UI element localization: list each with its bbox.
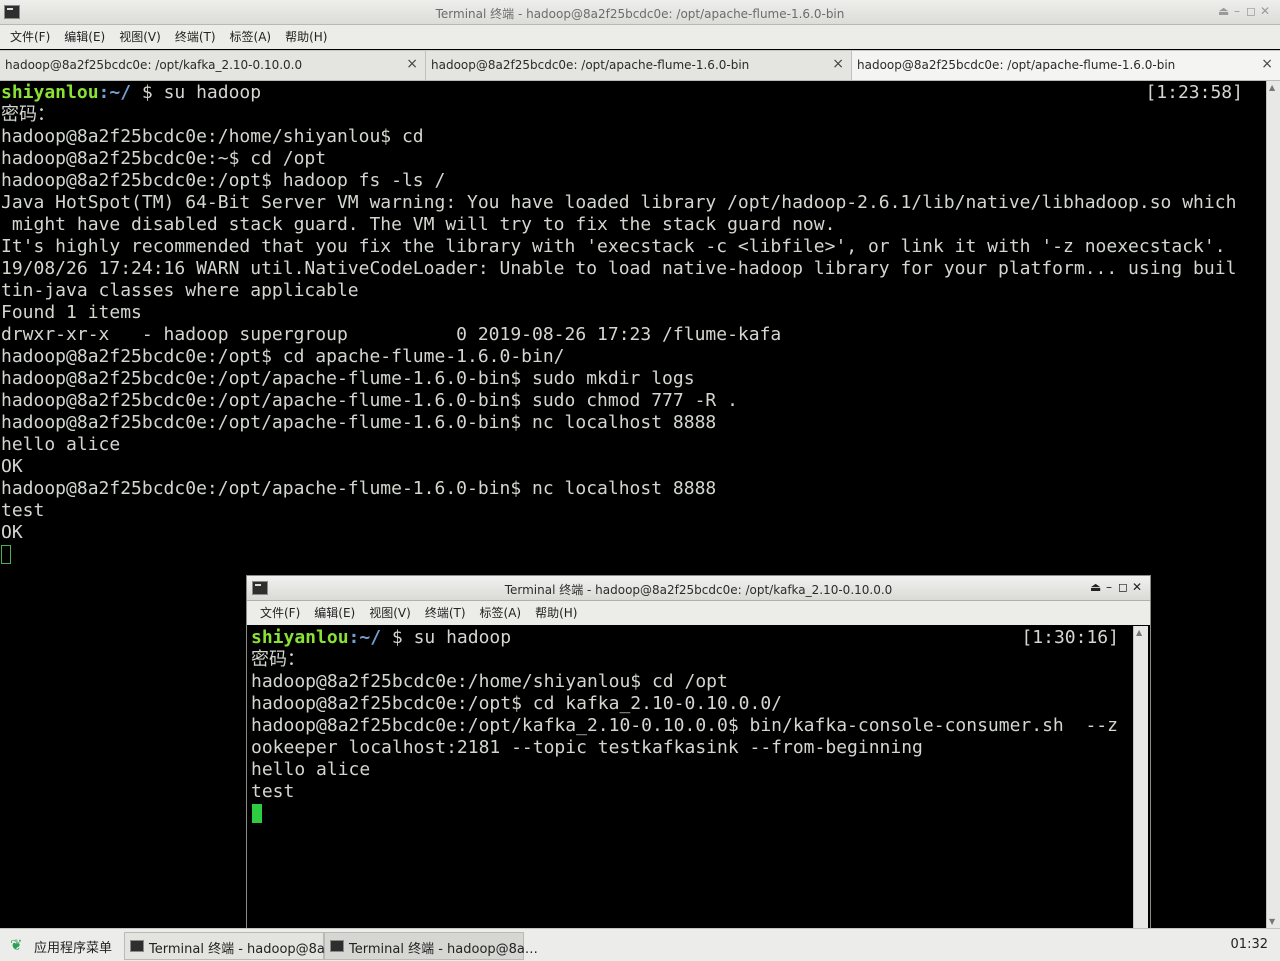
terminal-line: hadoop@8a2f25bcdc0e:/opt$ cd kafka_2.10-…: [251, 693, 783, 714]
tab-kafka[interactable]: hadoop@8a2f25bcdc0e: /opt/kafka_2.10-0.1…: [0, 51, 426, 80]
terminal-line: 密码：: [1, 104, 55, 125]
terminal-cursor: [252, 804, 262, 823]
minimize-icon[interactable]: –: [1104, 580, 1118, 594]
terminal-line: ookeeper localhost:2181 --topic testkafk…: [251, 737, 923, 758]
window-controls: ⏏– ◻✕: [1218, 4, 1274, 18]
terminal-line: hello alice: [1, 434, 121, 455]
terminal-line: drwxr-xr-x - hadoop supergroup 0 2019-08…: [1, 324, 782, 345]
menu-edit[interactable]: 编辑(E): [307, 601, 362, 625]
scroll-down-icon[interactable]: ▼: [1269, 917, 1275, 926]
menu-terminal[interactable]: 终端(T): [418, 601, 473, 625]
terminal-line: hadoop@8a2f25bcdc0e:/opt/apache-flume-1.…: [1, 390, 738, 411]
tab-label: hadoop@8a2f25bcdc0e: /opt/apache-flume-1…: [431, 58, 750, 72]
menu-help[interactable]: 帮助(H): [528, 601, 584, 625]
kafka-terminal-output[interactable]: shiyanlou:~/ $ su hadoop [1:30:16] 密码： h…: [249, 626, 1133, 931]
terminal-icon: [130, 940, 144, 952]
main-menubar: 文件(F) 编辑(E) 视图(V) 终端(T) 标签(A) 帮助(H): [0, 25, 1280, 49]
terminal-cursor: [1, 545, 11, 564]
tab-close-icon[interactable]: ×: [1261, 56, 1273, 72]
shade-icon[interactable]: ⏏: [1218, 4, 1232, 18]
taskbar-item-terminal-2[interactable]: Terminal 终端 - hadoop@8a…: [324, 932, 538, 960]
terminal-line: shiyanlou:~/ $ su hadoop: [1, 82, 261, 104]
maximize-icon[interactable]: ◻: [1118, 580, 1132, 594]
terminal-line: hadoop@8a2f25bcdc0e:/opt$ hadoop fs -ls …: [1, 170, 446, 191]
close-icon[interactable]: ✕: [1132, 580, 1146, 594]
terminal-line: shiyanlou:~/ $ su hadoop: [251, 627, 511, 649]
second-scrollbar[interactable]: ▲: [1133, 626, 1148, 931]
menu-view[interactable]: 视图(V): [362, 601, 418, 625]
taskbar-item-label: Terminal 终端 - hadoop@8a…: [349, 942, 538, 957]
main-scrollbar[interactable]: ▲ ▼: [1266, 81, 1280, 928]
menu-file[interactable]: 文件(F): [253, 601, 307, 625]
scroll-up-icon[interactable]: ▲: [1269, 83, 1275, 92]
terminal-line: Found 1 items: [1, 302, 142, 323]
window-controls: ⏏– ◻✕: [1090, 580, 1146, 594]
terminal-line: might have disabled stack guard. The VM …: [1, 214, 836, 235]
terminal-line: hadoop@8a2f25bcdc0e:/home/shiyanlou$ cd …: [251, 671, 728, 692]
menu-tabs[interactable]: 标签(A): [473, 601, 529, 625]
taskbar: ❦ 应用程序菜单 Terminal 终端 - hadoop@8a… Termin…: [0, 928, 1280, 961]
menu-edit[interactable]: 编辑(E): [57, 25, 112, 49]
prompt-command: $ su hadoop: [131, 82, 262, 103]
terminal-line: test: [1, 500, 45, 521]
maximize-icon[interactable]: ◻: [1246, 4, 1260, 18]
app-menu-icon: ❦: [10, 936, 23, 954]
app-menu-button[interactable]: ❦ 应用程序菜单: [6, 934, 126, 956]
main-window-titlebar[interactable]: Terminal 终端 - hadoop@8a2f25bcdc0e: /opt/…: [0, 0, 1280, 25]
close-icon[interactable]: ✕: [1260, 4, 1274, 18]
terminal-line: hadoop@8a2f25bcdc0e:/opt/apache-flume-1.…: [1, 368, 695, 389]
second-menubar: 文件(F) 编辑(E) 视图(V) 终端(T) 标签(A) 帮助(H): [247, 601, 1150, 625]
menu-file[interactable]: 文件(F): [3, 25, 57, 49]
terminal-line: OK: [1, 456, 23, 477]
menu-terminal[interactable]: 终端(T): [168, 25, 223, 49]
tab-close-icon[interactable]: ×: [832, 56, 844, 72]
kafka-terminal-window[interactable]: Terminal 终端 - hadoop@8a2f25bcdc0e: /opt/…: [246, 575, 1151, 932]
terminal-line: It's highly recommended that you fix the…: [1, 236, 1226, 257]
terminal-line: 19/08/26 17:24:16 WARN util.NativeCodeLo…: [1, 258, 1237, 279]
minimize-icon[interactable]: –: [1232, 4, 1246, 18]
prompt-command: $ su hadoop: [381, 627, 512, 648]
tab-flume-2[interactable]: hadoop@8a2f25bcdc0e: /opt/apache-flume-1…: [852, 51, 1280, 80]
window-title: Terminal 终端 - hadoop@8a2f25bcdc0e: /opt/…: [435, 7, 845, 21]
prompt-path: :~/: [98, 82, 132, 103]
terminal-line: OK: [1, 522, 23, 543]
terminal-line: tin-java classes where applicable: [1, 280, 359, 301]
menu-view[interactable]: 视图(V): [112, 25, 168, 49]
terminal-line: hadoop@8a2f25bcdc0e:/opt$ cd apache-flum…: [1, 346, 565, 367]
terminal-line: test: [251, 781, 295, 802]
terminal-line: Java HotSpot(TM) 64-Bit Server VM warnin…: [1, 192, 1237, 213]
taskbar-item-terminal-1[interactable]: Terminal 终端 - hadoop@8a…: [124, 932, 338, 960]
menu-help[interactable]: 帮助(H): [278, 25, 334, 49]
prompt-user: shiyanlou: [1, 82, 99, 103]
menu-tabs[interactable]: 标签(A): [223, 25, 279, 49]
tab-close-icon[interactable]: ×: [406, 56, 418, 72]
terminal-line: hadoop@8a2f25bcdc0e:~$ cd /opt: [1, 148, 327, 169]
terminal-line: hadoop@8a2f25bcdc0e:/opt/kafka_2.10-0.10…: [251, 715, 1118, 736]
window-title: Terminal 终端 - hadoop@8a2f25bcdc0e: /opt/…: [504, 583, 893, 597]
terminal-clock: [1:23:58]: [1145, 82, 1243, 103]
prompt-path: :~/: [348, 627, 382, 648]
second-window-titlebar[interactable]: Terminal 终端 - hadoop@8a2f25bcdc0e: /opt/…: [247, 576, 1150, 601]
tab-label: hadoop@8a2f25bcdc0e: /opt/kafka_2.10-0.1…: [5, 58, 303, 72]
shade-icon[interactable]: ⏏: [1090, 580, 1104, 594]
terminal-line: hadoop@8a2f25bcdc0e:/opt/apache-flume-1.…: [1, 478, 717, 499]
taskbar-clock: 01:32: [1230, 937, 1268, 952]
terminal-line: hello alice: [251, 759, 371, 780]
terminal-icon: [330, 940, 344, 952]
taskbar-item-label: Terminal 终端 - hadoop@8a…: [149, 942, 338, 957]
tab-bar: hadoop@8a2f25bcdc0e: /opt/kafka_2.10-0.1…: [0, 50, 1280, 81]
app-menu-label: 应用程序菜单: [34, 941, 113, 956]
tab-flume-1[interactable]: hadoop@8a2f25bcdc0e: /opt/apache-flume-1…: [426, 51, 852, 80]
terminal-line: 密码：: [251, 649, 305, 670]
prompt-user: shiyanlou: [251, 627, 349, 648]
terminal-line: hadoop@8a2f25bcdc0e:/home/shiyanlou$ cd: [1, 126, 424, 147]
scroll-up-icon[interactable]: ▲: [1136, 628, 1142, 637]
tab-label: hadoop@8a2f25bcdc0e: /opt/apache-flume-1…: [857, 58, 1176, 72]
terminal-line: hadoop@8a2f25bcdc0e:/opt/apache-flume-1.…: [1, 412, 717, 433]
terminal-clock: [1:30:16]: [1021, 627, 1119, 648]
